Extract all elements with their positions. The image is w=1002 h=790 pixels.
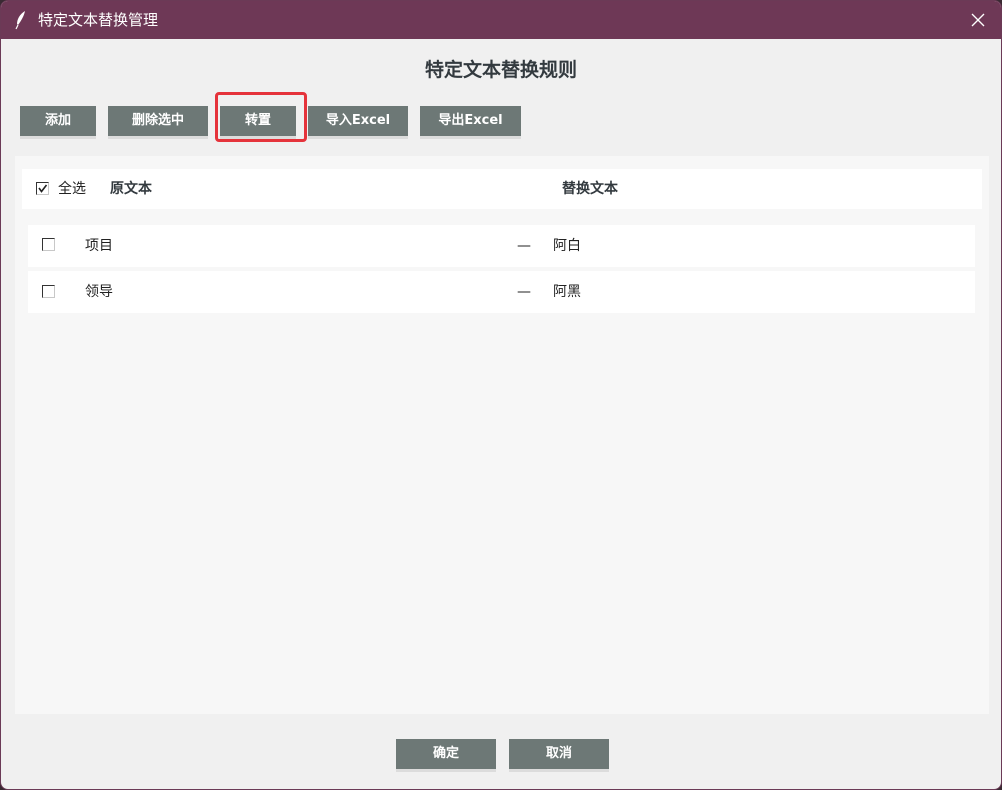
column-header-replacement: 替换文本 — [562, 181, 618, 197]
ok-button[interactable]: 确定 — [396, 739, 496, 769]
original-text: 项目 — [85, 238, 113, 254]
delete-selected-button[interactable]: 删除选中 — [108, 106, 208, 136]
window-title: 特定文本替换管理 — [38, 11, 159, 29]
checkmark-icon — [38, 184, 48, 193]
export-excel-button[interactable]: 导出Excel — [420, 106, 521, 136]
original-text: 领导 — [85, 284, 113, 300]
title-bar: 特定文本替换管理 — [1, 1, 1001, 39]
table-header: 全选 原文本 替换文本 — [22, 169, 982, 209]
table-row: 领导 — 阿黑 — [28, 271, 975, 313]
arrow-separator: — — [517, 284, 531, 300]
arrow-separator: — — [517, 238, 531, 254]
cancel-button[interactable]: 取消 — [509, 739, 609, 769]
replacement-text: 阿白 — [553, 238, 581, 254]
add-button[interactable]: 添加 — [20, 106, 96, 136]
close-button[interactable] — [955, 1, 1001, 39]
table-row: 项目 — 阿白 — [28, 225, 975, 267]
select-all-label: 全选 — [58, 181, 86, 197]
replacement-text: 阿黑 — [553, 284, 581, 300]
select-all-checkbox[interactable] — [36, 182, 49, 195]
column-header-original: 原文本 — [110, 181, 152, 197]
dialog-window: 特定文本替换管理 特定文本替换规则 添加 删除选中 转置 导入Excel 导出E… — [0, 0, 1002, 790]
row-checkbox[interactable] — [42, 285, 55, 298]
close-icon — [971, 13, 985, 27]
page-title: 特定文本替换规则 — [424, 59, 577, 81]
row-checkbox[interactable] — [42, 238, 55, 251]
import-excel-button[interactable]: 导入Excel — [308, 106, 408, 136]
feather-icon — [15, 11, 25, 30]
transpose-highlight-box — [215, 92, 307, 142]
